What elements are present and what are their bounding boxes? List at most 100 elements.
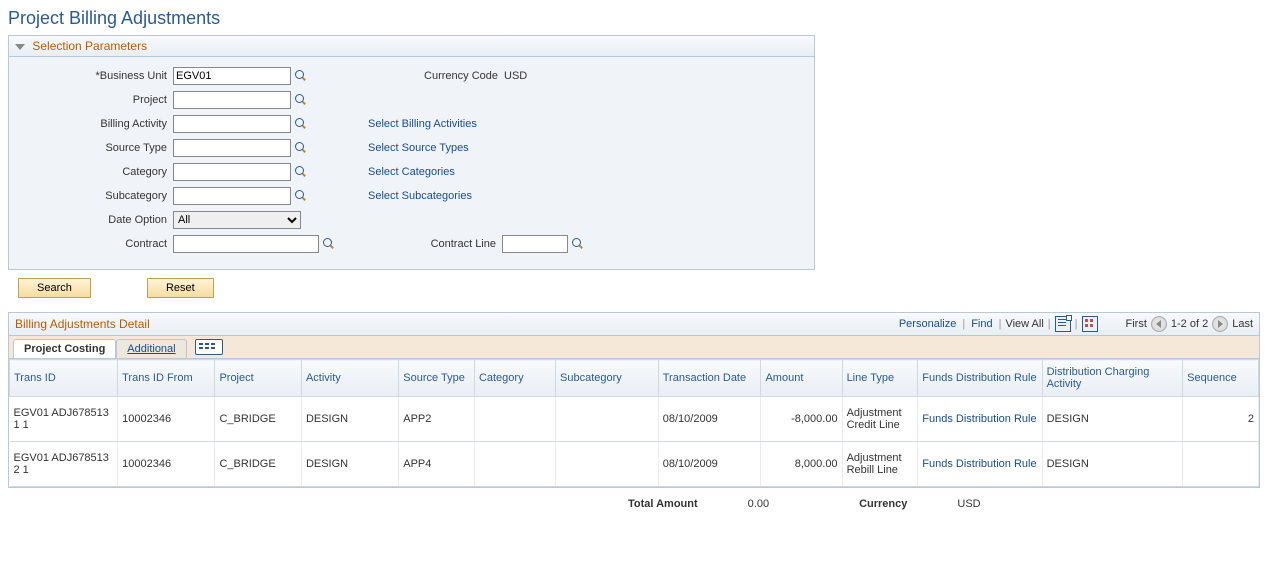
total-amount-label: Total Amount [628, 498, 698, 510]
cell: APP4 [399, 442, 475, 487]
col-sequence[interactable]: Sequence [1183, 360, 1259, 397]
col-source-type[interactable]: Source Type [399, 360, 475, 397]
funds-distribution-rule-link[interactable]: Funds Distribution Rule [922, 413, 1036, 425]
select-subcategories-link[interactable]: Select Subcategories [368, 190, 472, 202]
cell: -8,000.00 [761, 397, 842, 442]
col-line-type[interactable]: Line Type [842, 360, 918, 397]
cell [556, 397, 659, 442]
reset-button[interactable]: Reset [147, 278, 214, 298]
find-link[interactable]: Find [971, 318, 992, 330]
show-all-tabs-icon[interactable] [195, 339, 223, 355]
select-categories-link[interactable]: Select Categories [368, 166, 455, 178]
cell: C_BRIDGE [215, 442, 302, 487]
next-icon[interactable] [1212, 316, 1228, 332]
subcategory-input[interactable] [173, 187, 291, 205]
source-type-label: Source Type [17, 142, 173, 154]
download-icon[interactable] [1082, 316, 1098, 332]
cell: 08/10/2009 [658, 397, 761, 442]
cell: Adjustment Credit Line [842, 397, 918, 442]
cell: EGV01 ADJ678513 2 1 [10, 442, 118, 487]
cell: C_BRIDGE [215, 397, 302, 442]
cell [556, 442, 659, 487]
currency-code-label: Currency Code [308, 70, 504, 82]
table-row: EGV01 ADJ678513 2 110002346C_BRIDGEDESIG… [10, 442, 1259, 487]
select-billing-activities-link[interactable]: Select Billing Activities [368, 118, 477, 130]
lookup-icon[interactable] [294, 69, 308, 83]
contract-line-input[interactable] [502, 235, 568, 253]
business-unit-input[interactable] [173, 67, 291, 85]
currency-code-value: USD [504, 70, 527, 82]
source-type-input[interactable] [173, 139, 291, 157]
selection-parameters-section: Selection Parameters *Business Unit Curr… [8, 35, 815, 270]
cell: DESIGN [301, 442, 398, 487]
cell [474, 397, 555, 442]
subcategory-label: Subcategory [17, 190, 173, 202]
billing-activity-input[interactable] [173, 115, 291, 133]
last-link[interactable]: Last [1232, 318, 1253, 330]
collapse-icon [15, 44, 25, 50]
lookup-icon[interactable] [294, 141, 308, 155]
contract-input[interactable] [173, 235, 319, 253]
billing-activity-label: Billing Activity [17, 118, 173, 130]
prev-icon[interactable] [1151, 316, 1167, 332]
funds-distribution-rule-link[interactable]: Funds Distribution Rule [922, 458, 1036, 470]
select-source-types-link[interactable]: Select Source Types [368, 142, 469, 154]
category-label: Category [17, 166, 173, 178]
cell[interactable]: Funds Distribution Rule [918, 397, 1042, 442]
total-amount-value: 0.00 [748, 498, 769, 510]
col-activity[interactable]: Activity [301, 360, 398, 397]
col-trans-date[interactable]: Transaction Date [658, 360, 761, 397]
col-dca[interactable]: Distribution Charging Activity [1042, 360, 1183, 397]
cell: DESIGN [1042, 442, 1183, 487]
date-option-label: Date Option [17, 214, 173, 226]
col-fdr[interactable]: Funds Distribution Rule [918, 360, 1042, 397]
zoom-icon[interactable] [1055, 316, 1071, 332]
cell[interactable]: Funds Distribution Rule [918, 442, 1042, 487]
col-trans-id[interactable]: Trans ID [10, 360, 118, 397]
cell: EGV01 ADJ678513 1 1 [10, 397, 118, 442]
cell: 8,000.00 [761, 442, 842, 487]
cell: 10002346 [118, 397, 215, 442]
cell: Adjustment Rebill Line [842, 442, 918, 487]
lookup-icon[interactable] [571, 237, 585, 251]
col-project[interactable]: Project [215, 360, 302, 397]
totals-row: Total Amount 0.00 Currency USD [8, 498, 1273, 510]
project-label: Project [17, 94, 173, 106]
personalize-link[interactable]: Personalize [899, 318, 956, 330]
lookup-icon[interactable] [294, 189, 308, 203]
cell [474, 442, 555, 487]
cell: 08/10/2009 [658, 442, 761, 487]
view-all-link[interactable]: View All [1005, 318, 1043, 330]
col-category[interactable]: Category [474, 360, 555, 397]
contract-label: Contract [17, 238, 173, 250]
row-range: 1-2 of 2 [1171, 318, 1208, 330]
cell: DESIGN [1042, 397, 1183, 442]
table-row: EGV01 ADJ678513 1 110002346C_BRIDGEDESIG… [10, 397, 1259, 442]
grid-title: Billing Adjustments Detail [15, 317, 150, 331]
tab-project-costing[interactable]: Project Costing [13, 339, 116, 358]
lookup-icon[interactable] [322, 237, 336, 251]
date-option-select[interactable]: All [173, 211, 301, 229]
lookup-icon[interactable] [294, 93, 308, 107]
contract-line-label: Contract Line [336, 238, 502, 250]
section-header[interactable]: Selection Parameters [9, 36, 814, 57]
lookup-icon[interactable] [294, 117, 308, 131]
col-subcategory[interactable]: Subcategory [556, 360, 659, 397]
tab-additional[interactable]: Additional [116, 339, 186, 358]
currency-label: Currency [859, 498, 907, 510]
cell: DESIGN [301, 397, 398, 442]
business-unit-label: *Business Unit [17, 70, 173, 82]
first-link[interactable]: First [1126, 318, 1147, 330]
col-trans-id-from[interactable]: Trans ID From [118, 360, 215, 397]
lookup-icon[interactable] [294, 165, 308, 179]
currency-value: USD [957, 498, 980, 510]
search-button[interactable]: Search [18, 278, 91, 298]
section-title: Selection Parameters [32, 39, 147, 53]
project-input[interactable] [173, 91, 291, 109]
column-header-row: Trans ID Trans ID From Project Activity … [10, 360, 1259, 397]
col-amount[interactable]: Amount [761, 360, 842, 397]
cell: APP2 [399, 397, 475, 442]
cell [1183, 442, 1259, 487]
category-input[interactable] [173, 163, 291, 181]
billing-adjustments-grid: Billing Adjustments Detail Personalize |… [8, 312, 1260, 488]
